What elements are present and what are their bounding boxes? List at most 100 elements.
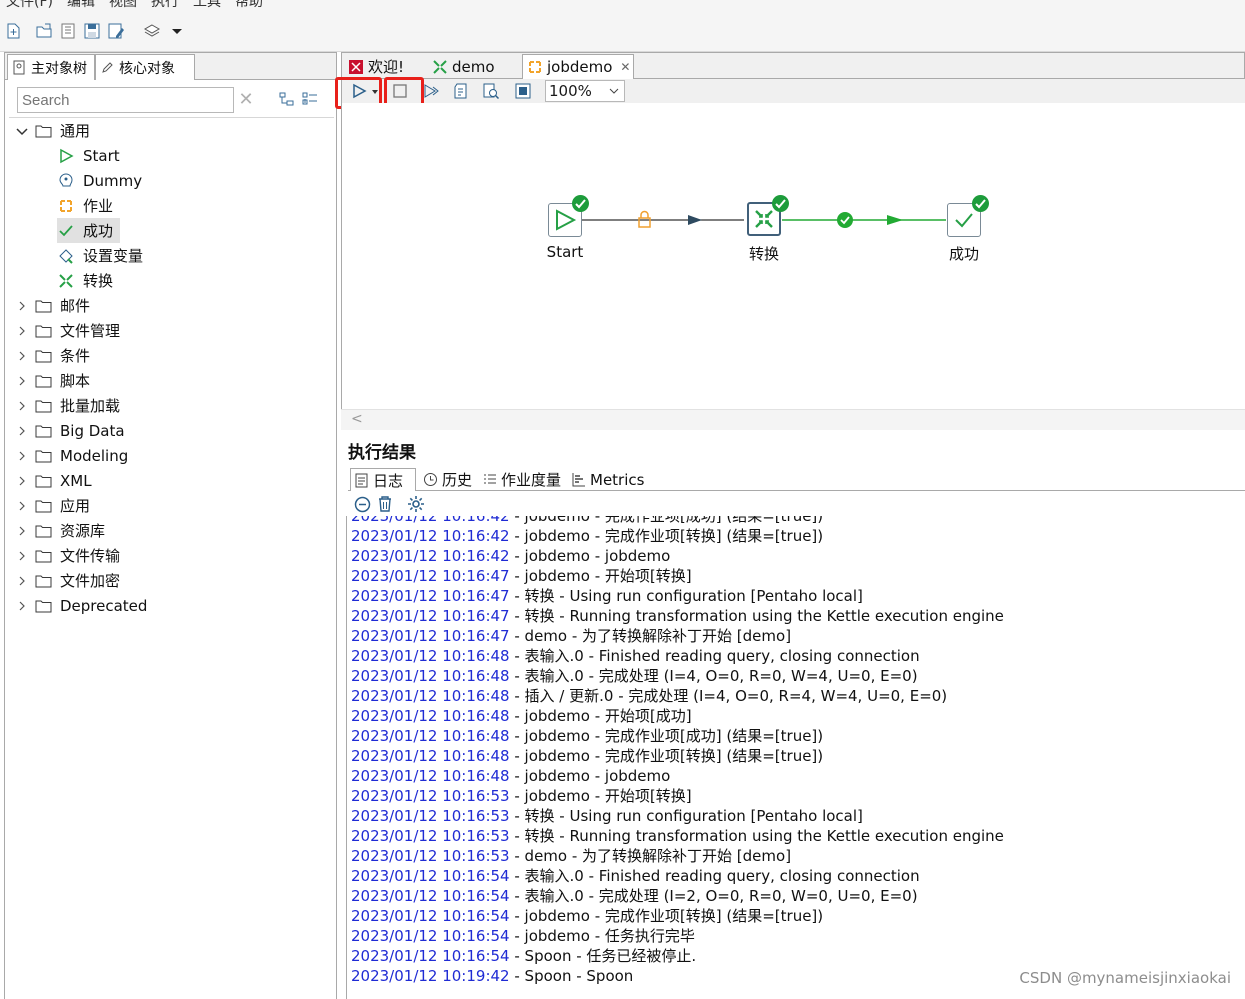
menu-item[interactable]: 编辑	[67, 0, 95, 10]
stop-log-icon[interactable]	[354, 496, 371, 513]
preview-icon[interactable]	[422, 82, 440, 100]
tree-folder[interactable]: 资源库	[15, 518, 105, 543]
grid-snap-icon[interactable]	[514, 82, 532, 100]
tree-folder[interactable]: Deprecated	[15, 593, 147, 618]
tab-welcome[interactable]: 欢迎!	[344, 54, 424, 79]
log-message: - Spoon - Spoon	[509, 967, 634, 985]
tree-folder-label: Modeling	[60, 446, 129, 465]
menu-item[interactable]: 帮助	[235, 0, 263, 10]
tree-item[interactable]: Start	[57, 143, 120, 168]
tree-item[interactable]: 作业	[57, 193, 113, 218]
tree-folder[interactable]: Modeling	[15, 443, 128, 468]
search-metadata-icon[interactable]	[482, 82, 500, 100]
tab-jobdemo[interactable]: jobdemo ✕	[522, 54, 634, 79]
log-message: - 转换 - Running transformation using the …	[509, 607, 1004, 625]
new-file-icon[interactable]	[4, 22, 22, 40]
tree-folder[interactable]: 应用	[15, 493, 90, 518]
menu-item[interactable]: 执行	[151, 0, 179, 10]
tree-folder[interactable]: 通用	[15, 118, 90, 143]
log-message: - demo - 为了转换解除补丁开始 [demo]	[509, 847, 792, 865]
chevron-right-icon[interactable]	[15, 574, 29, 588]
chevron-right-icon[interactable]	[15, 599, 29, 613]
log-message: - jobdemo - 开始项[转换]	[509, 787, 692, 805]
explore-repository-icon[interactable]	[59, 22, 77, 40]
layers-icon[interactable]	[143, 22, 161, 40]
tree-folder[interactable]: XML	[15, 468, 92, 493]
chevron-right-icon[interactable]	[15, 524, 29, 538]
tree-folder[interactable]: 邮件	[15, 293, 90, 318]
tree-item[interactable]: 设置变量	[57, 243, 143, 268]
chevron-right-icon[interactable]	[15, 474, 29, 488]
tree-folder[interactable]: 文件管理	[15, 318, 120, 343]
canvas-horizontal-scrollbar[interactable]: <	[341, 409, 1245, 430]
clear-search-icon[interactable]: ✕	[235, 89, 257, 111]
log-line: 2023/01/12 10:16:47 - 转换 - Using run con…	[351, 586, 1004, 606]
log-message: - Spoon - 任务已经被停止.	[509, 947, 697, 965]
save-as-icon[interactable]	[107, 22, 125, 40]
results-title: 执行结果	[348, 443, 416, 463]
chevron-right-icon[interactable]	[15, 549, 29, 563]
tree-folder[interactable]: 脚本	[15, 368, 90, 393]
main-toolbar	[0, 10, 1245, 52]
log-message: - jobdemo - 完成作业项[转换] (结果=[true])	[509, 747, 824, 765]
menu-item[interactable]: 工具	[193, 0, 221, 10]
chevron-down-icon[interactable]	[15, 124, 29, 138]
tree-folder[interactable]: 条件	[15, 343, 90, 368]
tab-job-metrics[interactable]: 作业度量	[479, 468, 565, 491]
sql-script-icon[interactable]	[452, 82, 470, 100]
tab-main-tree[interactable]: 主对象树	[7, 54, 95, 80]
tab-log[interactable]: 日志	[350, 468, 416, 491]
collapse-all-icon[interactable]	[279, 91, 295, 107]
tab-history[interactable]: 历史	[420, 468, 476, 491]
trash-icon[interactable]	[377, 495, 393, 513]
chevron-right-icon[interactable]	[15, 299, 29, 313]
chevron-right-icon[interactable]	[15, 424, 29, 438]
close-tab-icon[interactable]: ✕	[620, 60, 630, 74]
tree-folder-label: 邮件	[60, 297, 91, 315]
scroll-left-icon[interactable]: <	[351, 411, 363, 427]
tree-folder[interactable]: 文件传输	[15, 543, 120, 568]
log-text-area[interactable]: 2023/01/12 10:16:42 - jobdemo - 完成作业项[成功…	[346, 516, 1245, 999]
log-timestamp: 2023/01/12 10:16:53	[351, 847, 510, 865]
chevron-right-icon[interactable]	[15, 449, 29, 463]
tree-item[interactable]: 成功	[57, 218, 121, 243]
tab-metrics-label: Metrics	[590, 470, 645, 489]
log-timestamp: 2023/01/12 10:16:47	[351, 627, 510, 645]
settings-gear-icon[interactable]	[407, 495, 425, 513]
dummy-icon	[57, 172, 75, 190]
job-canvas[interactable]: Start 转换 成功	[341, 103, 1245, 430]
results-tabs: 日志 历史 作业度量 Metrics	[348, 467, 1245, 491]
chevron-right-icon[interactable]	[15, 399, 29, 413]
tree-folder[interactable]: 批量加载	[15, 393, 120, 418]
tree-folder[interactable]: 文件加密	[15, 568, 120, 593]
menu-item[interactable]: 视图	[109, 0, 137, 10]
save-icon[interactable]	[83, 22, 101, 40]
tab-metrics[interactable]: Metrics	[568, 468, 648, 491]
tab-demo[interactable]: demo	[428, 54, 518, 79]
tree-item[interactable]: 转换	[57, 268, 113, 293]
tab-core-objects-label: 核心对象	[119, 60, 175, 77]
log-line: 2023/01/12 10:16:54 - jobdemo - 完成作业项[转换…	[351, 906, 1004, 926]
history-icon	[424, 473, 437, 486]
zoom-select[interactable]: 100%	[545, 80, 625, 102]
log-line: 2023/01/12 10:16:42 - jobdemo - jobdemo	[351, 546, 1004, 566]
log-message: - jobdemo - 完成作业项[转换] (结果=[true])	[509, 907, 824, 925]
chevron-right-icon[interactable]	[15, 324, 29, 338]
tree-item-label: Dummy	[83, 171, 143, 190]
tree-folder[interactable]: Big Data	[15, 418, 125, 443]
search-input[interactable]	[17, 87, 234, 113]
chevron-right-icon[interactable]	[15, 374, 29, 388]
tab-core-objects[interactable]: 核心对象	[95, 54, 195, 80]
chevron-right-icon[interactable]	[15, 349, 29, 363]
layers-dropdown-icon[interactable]	[168, 22, 186, 40]
open-file-icon[interactable]	[35, 22, 53, 40]
menu-item[interactable]: 文件(F)	[6, 0, 53, 10]
log-line: 2023/01/12 10:16:42 - jobdemo - 完成作业项[转换…	[351, 526, 1004, 546]
log-message: - jobdemo - jobdemo	[509, 547, 671, 565]
expand-all-icon[interactable]	[302, 91, 318, 107]
chevron-right-icon[interactable]	[15, 499, 29, 513]
tree-folder-label: 文件加密	[60, 572, 121, 590]
log-message: - jobdemo - 开始项[转换]	[509, 567, 692, 585]
node-success-label: 成功	[948, 245, 979, 263]
tree-item[interactable]: Dummy	[57, 168, 142, 193]
